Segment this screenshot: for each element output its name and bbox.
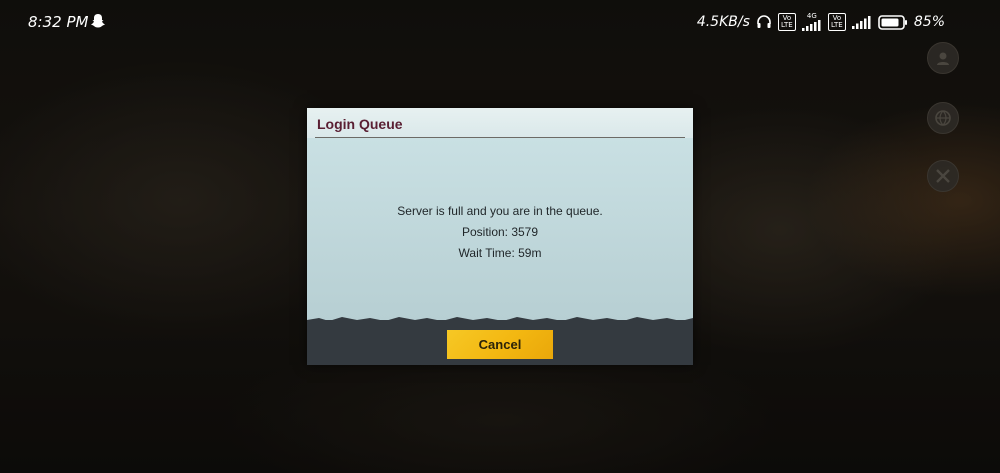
queue-wait-time: Wait Time: 59m — [458, 246, 542, 260]
dialog-footer: Cancel — [307, 320, 693, 365]
help-icon — [927, 42, 959, 74]
globe-icon — [927, 102, 959, 134]
headphones-icon — [756, 14, 772, 30]
status-indicators: 4.5KB/s Vo LTE 4G Vo LTE 85% — [697, 11, 945, 33]
side-item-help[interactable] — [918, 42, 968, 77]
battery-percent: 85% — [913, 14, 945, 30]
queue-message: Server is full and you are in the queue. — [397, 204, 603, 218]
volte-badge: Vo LTE — [777, 13, 796, 31]
snapchat-ghost-icon — [90, 13, 106, 29]
signal-group-1: 4G — [801, 12, 822, 31]
status-bar: 8:32 PM 4.5KB/s Vo LTE 4G Vo LTE 85% — [0, 0, 1000, 44]
network-type: 4G — [806, 12, 817, 20]
tools-icon — [927, 160, 959, 192]
net-speed: 4.5KB/s — [696, 14, 750, 30]
signal-bars-icon — [801, 20, 821, 31]
signal-bars-icon-2 — [851, 15, 871, 29]
side-item-tools[interactable] — [918, 160, 968, 195]
status-time: 8:32 PM — [28, 13, 89, 31]
side-item-language[interactable] — [918, 102, 968, 137]
login-queue-dialog: Login Queue Server is full and you are i… — [307, 108, 693, 365]
battery-icon — [878, 14, 908, 30]
cancel-button[interactable]: Cancel — [447, 330, 553, 359]
dialog-titlebar: Login Queue — [307, 108, 693, 138]
volte-badge-2: Vo LTE — [827, 13, 846, 31]
dialog-body: Server is full and you are in the queue.… — [307, 138, 693, 320]
queue-position: Position: 3579 — [461, 225, 539, 239]
dialog-title: Login Queue — [317, 116, 403, 132]
